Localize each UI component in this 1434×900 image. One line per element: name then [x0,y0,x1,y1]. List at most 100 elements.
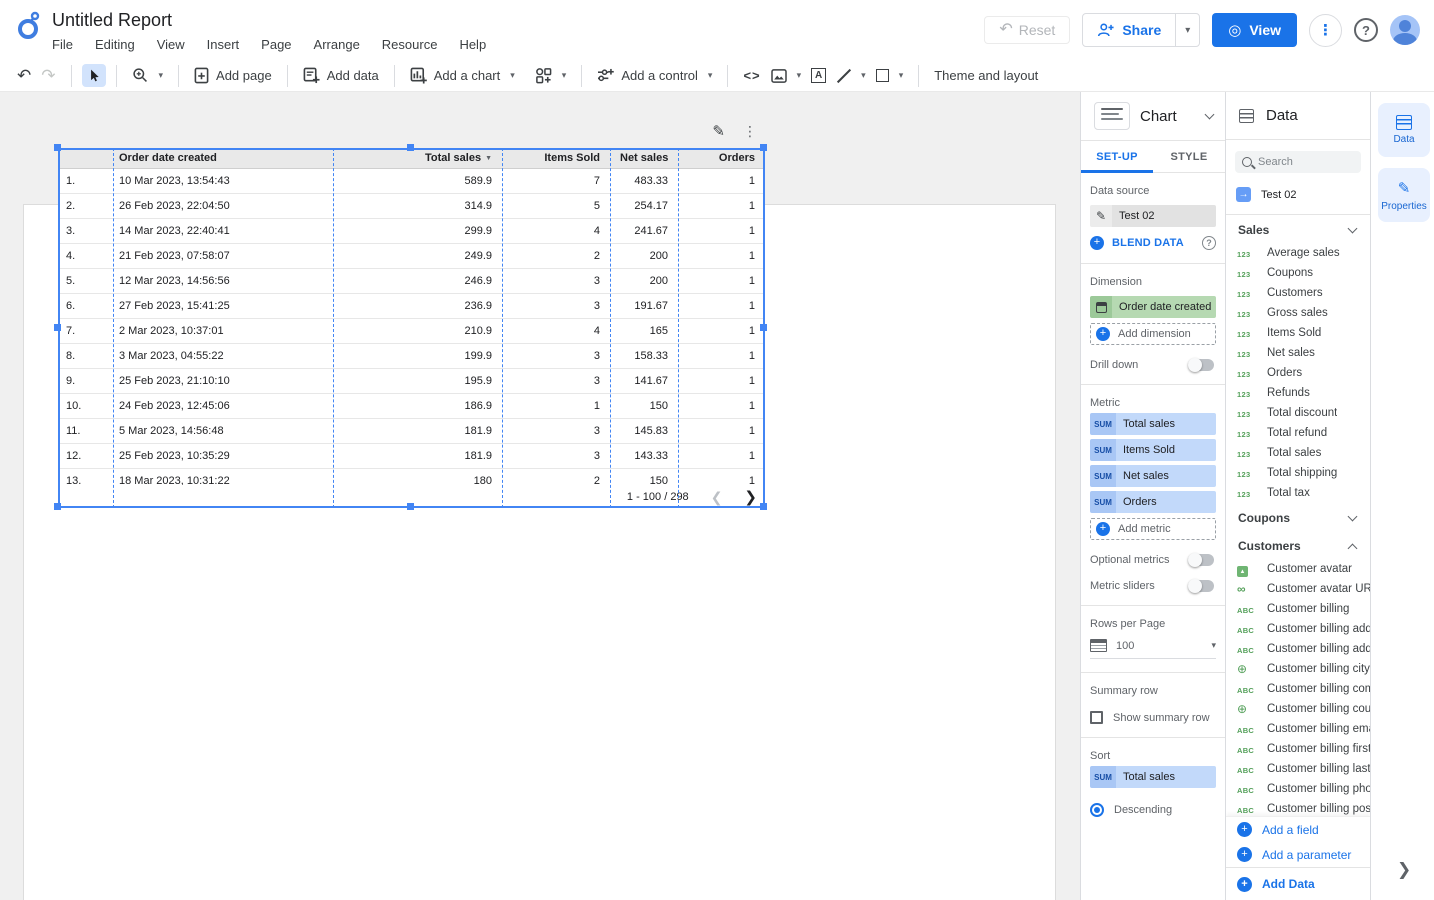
edit-chart-icon[interactable]: ✎ [712,122,725,140]
selection-handle[interactable] [760,144,767,151]
menu-item[interactable]: View [157,37,185,52]
chart-more-options-icon[interactable]: ⋮ [743,123,757,140]
rail-tab-data[interactable]: Data [1378,103,1430,157]
add-dimension-button[interactable]: + Add dimension [1090,323,1216,345]
field-item[interactable]: Net sales [1226,343,1370,363]
view-button[interactable]: ◎ View [1212,13,1297,47]
table-row[interactable]: 6. 27 Feb 2023, 15:41:25 236.9 3 191.67 … [58,294,765,319]
table-row[interactable]: 10. 24 Feb 2023, 12:45:06 186.9 1 150 1 [58,394,765,419]
add-field-button[interactable]: + Add a field [1226,817,1370,842]
menu-item[interactable]: File [52,37,73,52]
zoom-tool-button[interactable]: ▾ [127,63,169,88]
field-item[interactable]: Coupons [1226,263,1370,283]
rows-per-page-select[interactable]: 100 ▾ [1090,639,1216,659]
selection-handle[interactable] [54,324,61,331]
collapse-panel-icon[interactable]: ❯ [1397,860,1411,880]
table-row[interactable]: 9. 25 Feb 2023, 21:10:10 195.9 3 141.67 … [58,369,765,394]
table-row[interactable]: 5. 12 Mar 2023, 14:56:56 246.9 3 200 1 [58,269,765,294]
field-item[interactable]: Customer billing addr... [1226,619,1370,639]
field-item[interactable]: Total refund [1226,423,1370,443]
section-sales[interactable]: Sales [1226,215,1370,243]
field-item[interactable]: Customers [1226,283,1370,303]
optional-metrics-toggle[interactable] [1188,554,1214,566]
selection-handle[interactable] [54,503,61,510]
selection-handle[interactable] [407,144,414,151]
field-item[interactable]: Items Sold [1226,323,1370,343]
drill-down-toggle[interactable] [1188,359,1214,371]
blend-data-button[interactable]: + BLEND DATA ? [1090,236,1216,250]
field-item[interactable]: Total tax [1226,483,1370,503]
embed-url-button[interactable]: <> [738,64,765,87]
theme-layout-button[interactable]: Theme and layout [929,64,1043,87]
metric-chip[interactable]: SUM Orders [1090,491,1216,513]
select-tool-button[interactable] [82,64,106,87]
selection-handle[interactable] [407,503,414,510]
field-item[interactable]: Customer billing [1226,599,1370,619]
next-page-icon[interactable]: ❯ [744,488,757,506]
field-item[interactable]: Customer billing phone [1226,779,1370,799]
menu-item[interactable]: Editing [95,37,135,52]
metric-chip[interactable]: SUM Items Sold [1090,439,1216,461]
previous-page-icon[interactable]: ❮ [711,489,723,506]
add-shape-button[interactable]: ▾ [871,65,909,86]
descending-radio[interactable] [1090,803,1104,817]
summary-row-checkbox[interactable] [1090,711,1103,724]
table-row[interactable]: 1. 10 Mar 2023, 13:54:43 589.9 7 483.33 … [58,169,765,194]
field-item[interactable]: Customer billing coun... [1226,699,1370,719]
more-options-button[interactable]: ⋮ [1309,14,1342,47]
add-line-button[interactable]: ▾ [831,64,871,87]
tab-setup[interactable]: SET-UP [1081,141,1153,172]
field-item[interactable]: Refunds [1226,383,1370,403]
field-item[interactable]: Customer billing last ... [1226,759,1370,779]
menu-item[interactable]: Help [459,37,486,52]
help-circle-icon[interactable]: ? [1202,236,1216,250]
add-control-button[interactable]: Add a control ▾ [592,64,717,87]
add-page-button[interactable]: Add page [189,63,277,88]
field-item[interactable]: Orders [1226,363,1370,383]
undo-button[interactable]: ↶ [12,62,36,90]
column-header-net-sales[interactable]: Net sales [610,152,678,164]
chart-type-selector[interactable]: Chart [1081,92,1225,140]
add-data-button-footer[interactable]: + Add Data [1226,868,1370,900]
field-item[interactable]: Average sales [1226,243,1370,263]
selection-handle[interactable] [760,324,767,331]
sort-metric-chip[interactable]: SUM Total sales [1090,766,1216,788]
column-header-date[interactable]: Order date created [113,152,333,164]
field-item[interactable]: Total discount [1226,403,1370,423]
metric-chip[interactable]: SUM Net sales [1090,465,1216,487]
metric-chip[interactable]: SUM Total sales [1090,413,1216,435]
rail-tab-properties[interactable]: ✎ Properties [1378,168,1430,222]
add-image-button[interactable]: ▾ [766,65,807,87]
table-row[interactable]: 7. 2 Mar 2023, 10:37:01 210.9 4 165 1 [58,319,765,344]
column-header-total-sales[interactable]: Total sales▼ [333,152,502,164]
add-metric-button[interactable]: + Add metric [1090,518,1216,540]
menu-item[interactable]: Resource [382,37,438,52]
data-source-chip[interactable]: ✎ Test 02 [1090,205,1216,227]
table-row[interactable]: 3. 14 Mar 2023, 22:40:41 299.9 4 241.67 … [58,219,765,244]
table-row[interactable]: 8. 3 Mar 2023, 04:55:22 199.9 3 158.33 1 [58,344,765,369]
selection-handle[interactable] [760,503,767,510]
field-item[interactable]: Customer avatar URL [1226,579,1370,599]
add-parameter-button[interactable]: + Add a parameter [1226,842,1370,867]
data-source-row[interactable]: → Test 02 [1226,173,1370,214]
metric-sliders-toggle[interactable] [1188,580,1214,592]
menu-item[interactable]: Insert [207,37,240,52]
reset-button[interactable]: ↶ Reset [984,16,1070,44]
field-item[interactable]: Customer avatar [1226,559,1370,579]
add-data-button[interactable]: Add data [298,63,384,88]
add-chart-button[interactable]: Add a chart ▾ [405,63,520,88]
edit-pencil-icon[interactable]: ✎ [1090,205,1112,227]
field-item[interactable]: Customer billing addr... [1226,639,1370,659]
add-text-button[interactable]: A [806,64,831,87]
user-avatar[interactable] [1390,15,1420,45]
table-chart[interactable]: ✎ ⋮ Order date created Total sales▼ Item… [58,148,765,508]
search-input[interactable] [1258,156,1348,168]
field-item[interactable]: Customer billing email [1226,719,1370,739]
field-item[interactable]: Total sales [1226,443,1370,463]
help-button[interactable]: ? [1354,18,1378,42]
table-row[interactable]: 2. 26 Feb 2023, 22:04:50 314.9 5 254.17 … [58,194,765,219]
redo-button[interactable]: ↷ [36,62,60,90]
field-item[interactable]: Gross sales [1226,303,1370,323]
menu-item[interactable]: Arrange [314,37,360,52]
table-row[interactable]: 11. 5 Mar 2023, 14:56:48 181.9 3 145.83 … [58,419,765,444]
